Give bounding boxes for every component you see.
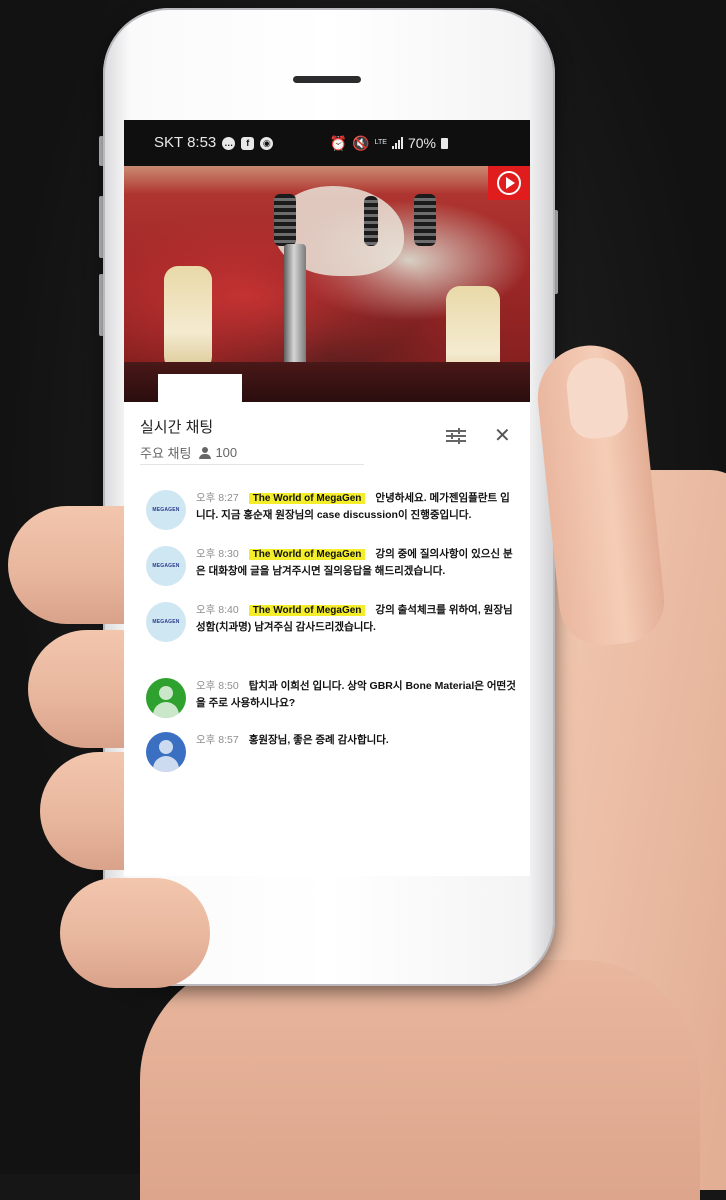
chat-bubble-icon: …	[222, 136, 236, 150]
chat-header: 실시간 채팅 주요 채팅 100 ✕	[124, 402, 530, 468]
header-divider	[140, 464, 364, 465]
message-time: 오후 8:40	[196, 604, 239, 616]
chat-mode-selector[interactable]: 주요 채팅	[140, 443, 191, 462]
message-body: 홍원장님, 좋은 증례 감사합니다.	[248, 734, 389, 746]
video-frame-implant-center	[364, 196, 378, 246]
message-text: 오후 8:27 The World of MegaGen 안녕하세요. 메가젠임플란…	[196, 490, 516, 524]
carrier-time: SKT 8:53	[154, 134, 217, 151]
hand-lower	[140, 960, 700, 1200]
close-icon[interactable]: ✕	[494, 426, 511, 446]
megagen-logo-avatar: MEGAGEN	[146, 490, 186, 530]
filter-settings-icon[interactable]	[446, 428, 466, 444]
message-text: 오후 8:40 The World of MegaGen 강의 출석체크를 위하여,…	[196, 602, 516, 636]
battery-percent: 70%	[407, 135, 436, 151]
video-frame-tooth-left	[164, 266, 212, 376]
status-right: ⏰ 🔇 LTE 70%	[330, 120, 448, 166]
phone-screen: SKT 8:53 … f ◉ ⏰ 🔇 LTE 70% 실시간 채팅 주요 채팅 …	[124, 120, 530, 876]
mute-icon: 🔇	[352, 135, 370, 151]
status-bar: SKT 8:53 … f ◉ ⏰ 🔇 LTE 70%	[124, 120, 530, 166]
megagen-logo-avatar: MEGAGEN	[146, 602, 186, 642]
megagen-logo-avatar: MEGAGEN	[146, 546, 186, 586]
hand-finger-little	[60, 878, 210, 988]
megagen-logo-text: MEGAGEN	[152, 507, 180, 513]
megagen-logo-text: MEGAGEN	[152, 563, 180, 569]
user-avatar	[146, 732, 186, 772]
message-time: 오후 8:57	[196, 734, 239, 746]
video-frame-implant-right	[414, 194, 436, 246]
message-author[interactable]: The World of MegaGen	[248, 549, 366, 560]
message-time: 오후 8:50	[196, 680, 239, 692]
status-left: SKT 8:53 … f ◉	[154, 120, 274, 166]
video-player[interactable]	[124, 166, 530, 402]
signal-icon	[391, 137, 403, 149]
video-frame-implant-left	[274, 194, 296, 246]
play-icon	[497, 171, 521, 195]
chat-title: 실시간 채팅	[140, 419, 214, 436]
message-text: 오후 8:30 The World of MegaGen 강의 중에 질의사항이 있…	[196, 546, 516, 580]
person-icon	[199, 446, 212, 459]
message-time: 오후 8:27	[196, 492, 239, 504]
message-text: 오후 8:57 홍원장님, 좋은 증례 감사합니다.	[196, 732, 516, 749]
alarm-icon: ⏰	[329, 135, 348, 151]
chat-subheader: 주요 채팅 100	[140, 443, 237, 462]
message-body: 탑치과 이희선 입니다. 상악 GBR시 Bone Material은 어떤것을…	[196, 680, 516, 709]
sync-icon: ◉	[260, 136, 274, 150]
megagen-logo-text: MEGAGEN	[152, 619, 180, 625]
message-author[interactable]: The World of MegaGen	[248, 493, 366, 504]
youtube-play-button[interactable]	[488, 166, 530, 200]
user-avatar	[146, 678, 186, 718]
earpiece-speaker	[293, 76, 361, 83]
battery-icon	[441, 137, 448, 149]
message-text: 오후 8:50 탑치과 이희선 입니다. 상악 GBR시 Bone Materia…	[196, 678, 516, 712]
message-time: 오후 8:30	[196, 548, 239, 560]
lte-icon: LTE	[374, 139, 387, 146]
message-author[interactable]: The World of MegaGen	[248, 605, 366, 616]
facebook-icon: f	[241, 136, 255, 150]
video-overlay-box	[158, 374, 242, 402]
video-frame-abutment	[284, 244, 306, 374]
viewer-count: 100	[215, 445, 238, 460]
